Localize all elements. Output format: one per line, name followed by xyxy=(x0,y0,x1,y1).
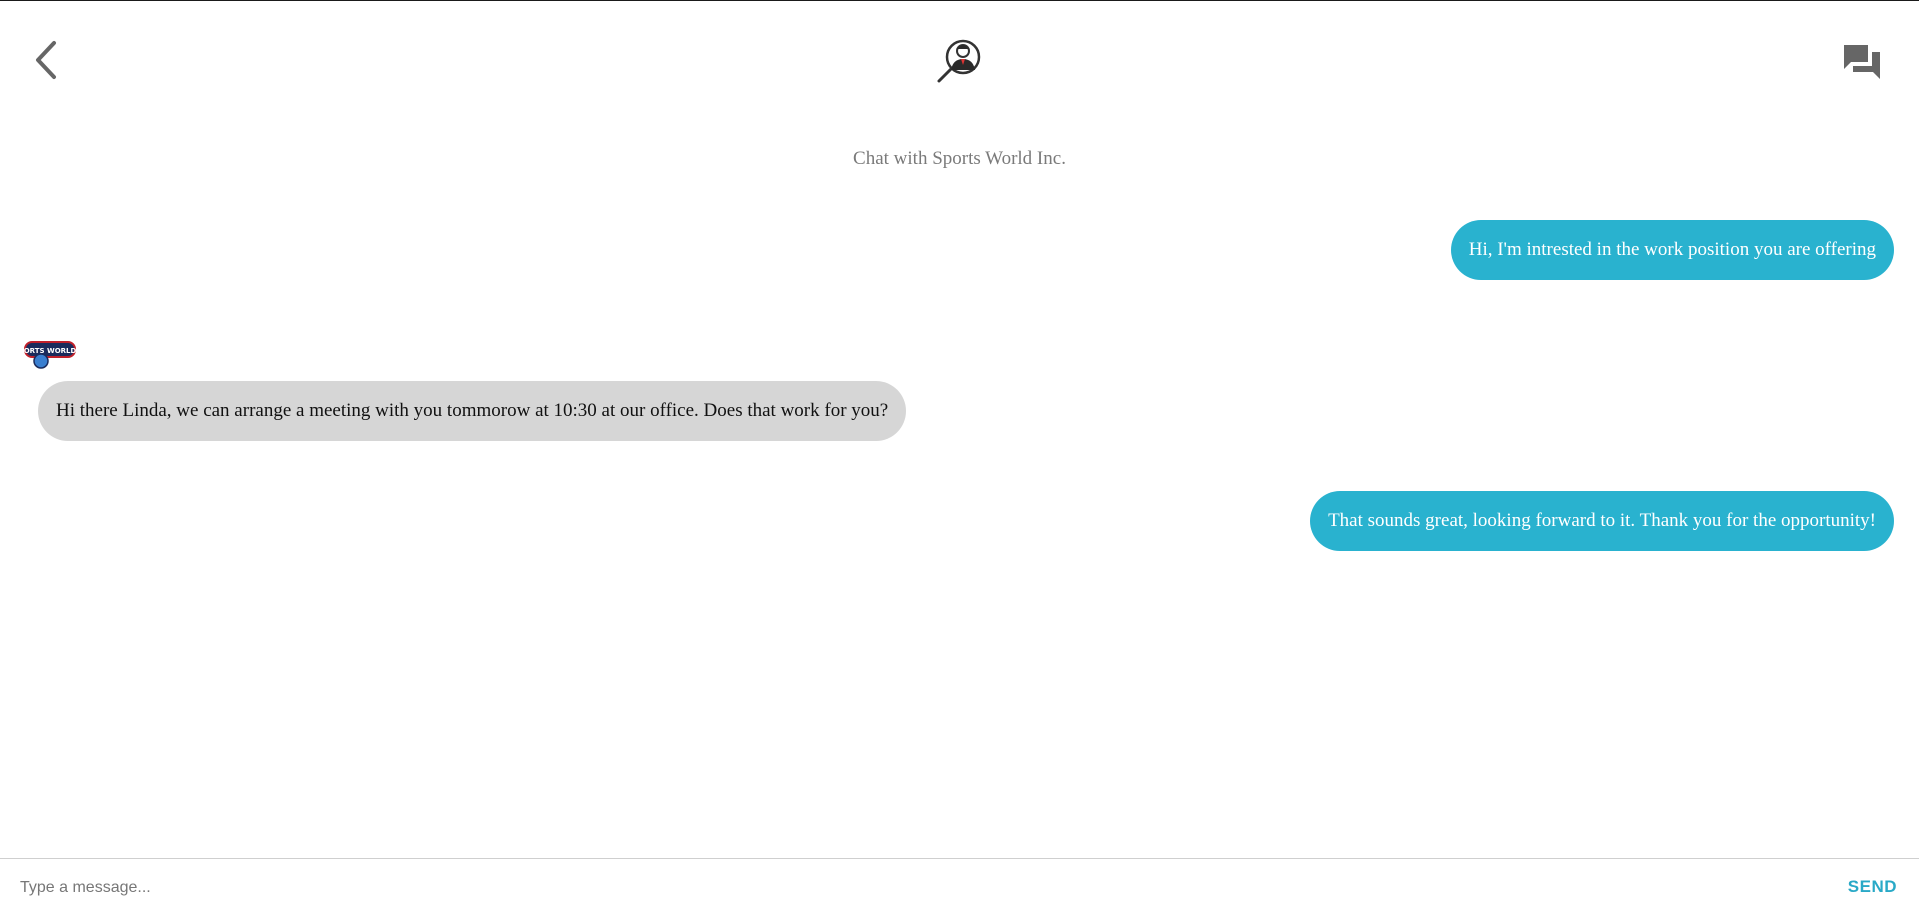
sports-world-logo-icon: ORTS WORLD xyxy=(24,341,76,369)
magnifier-person-logo-icon xyxy=(937,39,981,83)
contact-avatar: ORTS WORLD xyxy=(24,339,76,369)
message-list: Hi, I'm intrested in the work position y… xyxy=(0,201,1919,841)
chat-header xyxy=(0,1,1919,121)
back-button[interactable] xyxy=(28,39,64,81)
forum-icon xyxy=(1844,45,1880,79)
send-button[interactable]: SEND xyxy=(1848,877,1897,897)
app-logo[interactable] xyxy=(935,37,985,87)
contact-logo-text: ORTS WORLD xyxy=(24,347,76,355)
chat-title: Chat with Sports World Inc. xyxy=(853,148,1066,169)
conversations-button[interactable] xyxy=(1841,41,1883,83)
outgoing-message: That sounds great, looking forward to it… xyxy=(1310,491,1894,551)
message-composer: SEND xyxy=(0,858,1919,913)
incoming-message: Hi there Linda, we can arrange a meeting… xyxy=(38,381,907,441)
outgoing-message: Hi, I'm intrested in the work position y… xyxy=(1450,220,1894,280)
chevron-left-icon xyxy=(36,41,56,79)
message-input[interactable] xyxy=(18,873,1782,903)
